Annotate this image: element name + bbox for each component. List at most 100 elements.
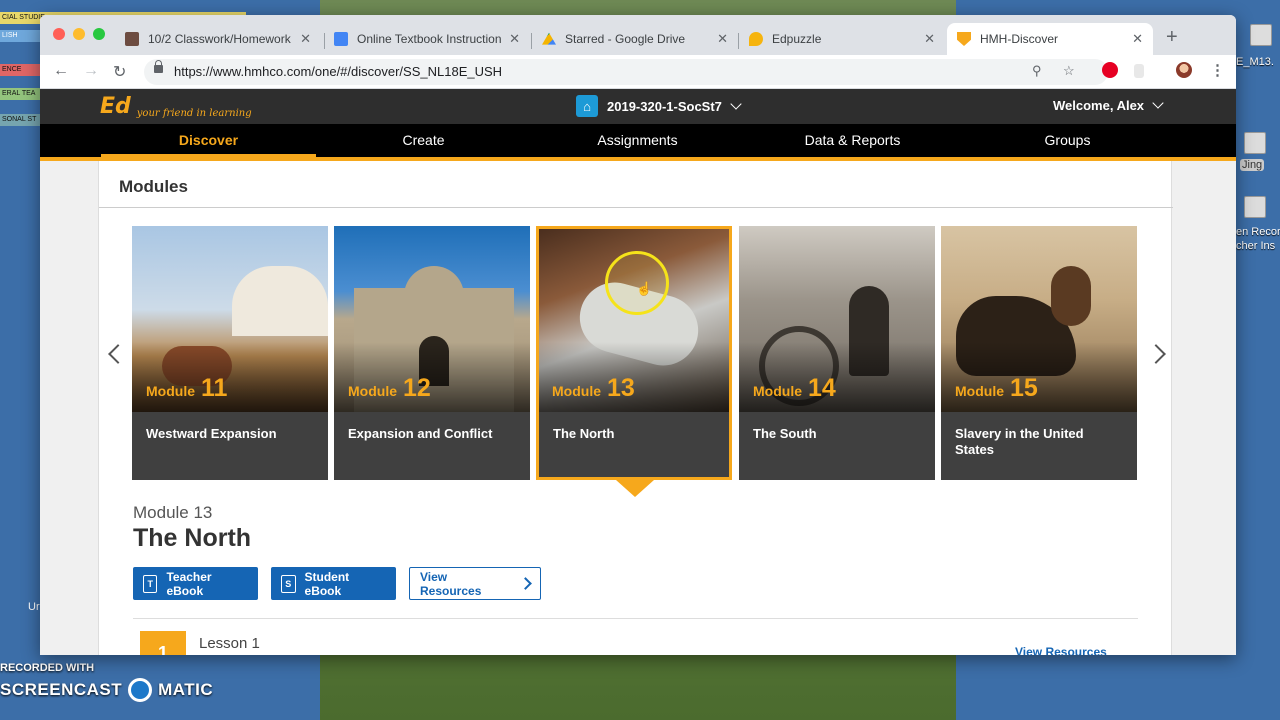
close-icon[interactable]: ✕ [1132, 31, 1143, 47]
menu-icon[interactable]: ⋮ [1210, 61, 1225, 79]
module-number: Module 14 [753, 374, 836, 403]
extension-icon[interactable] [1134, 64, 1144, 78]
teacher-ebook-label: Teacher eBook [166, 569, 212, 598]
student-ebook-button[interactable]: S Student eBook [271, 567, 396, 600]
desktop-file-label[interactable]: en Recor [1236, 226, 1280, 238]
modules-panel: Modules Module 11 Westward Expansion Mod… [98, 161, 1173, 655]
carousel-prev-icon[interactable] [108, 344, 128, 364]
desktop-file-label[interactable]: Jing [1240, 159, 1265, 171]
back-icon[interactable]: ← [53, 62, 69, 80]
desktop-right-icons: E_M13. Jing en Recor cher Ins [1236, 0, 1280, 720]
module-word: Module [146, 383, 195, 399]
star-icon[interactable]: ☆ [1063, 63, 1075, 79]
browser-tab[interactable]: Online Textbook Instruction ✕ [324, 23, 530, 55]
module-number: Module 12 [348, 374, 431, 403]
avatar[interactable] [1176, 62, 1192, 78]
module-card[interactable]: Module 12 Expansion and Conflict [334, 226, 530, 480]
tab-title: Starred - Google Drive [565, 32, 686, 46]
zoom-icon[interactable]: ⚲ [1032, 63, 1042, 79]
close-icon[interactable]: ✕ [300, 31, 311, 47]
tab-strip: 10/2 Classwork/Homework ✕ Online Textboo… [40, 15, 1236, 55]
user-menu[interactable]: Welcome, Alex [1053, 97, 1164, 113]
desktop-label[interactable]: ENCE [0, 64, 40, 76]
main-nav: Discover Create Assignments Data & Repor… [40, 124, 1236, 160]
lesson-view-resources-link[interactable]: View Resources [1015, 645, 1107, 655]
docs-icon [334, 32, 348, 46]
watermark-left: SCREENCAST [0, 680, 123, 699]
class-icon: ⌂ [576, 95, 598, 117]
module-name: Expansion and Conflict [348, 426, 493, 441]
screencast-watermark: RECORDED WITH SCREENCAST MATIC [0, 662, 213, 702]
module-name: The South [753, 426, 817, 441]
browser-tab[interactable]: 10/2 Classwork/Homework ✕ [115, 23, 321, 55]
module-word: Module [348, 383, 397, 399]
watermark-right: MATIC [158, 680, 214, 699]
desktop-file-label: Ur [28, 601, 40, 613]
module-number: Module 11 [146, 374, 227, 403]
file-icon[interactable] [1244, 196, 1266, 218]
app-header: Ed your friend in learning ⌂ 2019-320-1-… [40, 89, 1236, 124]
module-card[interactable]: Module 11 Westward Expansion [132, 226, 328, 480]
jing-icon[interactable] [1244, 132, 1266, 154]
chevron-down-icon [1152, 97, 1164, 109]
browser-tab[interactable]: Starred - Google Drive ✕ [532, 23, 738, 55]
browser-tab[interactable]: Edpuzzle ✕ [739, 23, 945, 55]
address-bar: ← → ↻ https://www.hmhco.com/one/#/discov… [40, 55, 1236, 89]
url-field[interactable]: https://www.hmhco.com/one/#/discover/SS_… [144, 59, 1108, 85]
module-num: 15 [1010, 374, 1038, 402]
module-number: Module 13 [552, 374, 635, 403]
class-selector[interactable]: ⌂ 2019-320-1-SocSt7 [576, 95, 742, 117]
nav-groups[interactable]: Groups [960, 124, 1175, 157]
close-window-icon[interactable] [53, 28, 65, 40]
edpuzzle-icon [749, 32, 763, 46]
divider [99, 207, 1173, 208]
module-num: 11 [201, 374, 228, 402]
nav-create[interactable]: Create [316, 124, 531, 157]
module-word: Module [753, 383, 802, 399]
nav-discover[interactable]: Discover [101, 124, 316, 157]
teacher-ebook-button[interactable]: T Teacher eBook [133, 567, 258, 600]
main-content: Modules Module 11 Westward Expansion Mod… [40, 161, 1236, 655]
lesson-title[interactable]: Lesson 1 [199, 635, 260, 652]
close-icon[interactable]: ✕ [924, 31, 935, 47]
module-number: Module 15 [955, 374, 1038, 403]
pinterest-icon[interactable] [1102, 62, 1118, 78]
class-name: 2019-320-1-SocSt7 [607, 98, 722, 114]
new-tab-icon[interactable]: + [1166, 26, 1178, 49]
module-num: 12 [403, 374, 431, 402]
tab-title: Edpuzzle [772, 32, 822, 46]
view-resources-label: View Resources [420, 569, 482, 598]
module-card[interactable]: Module 14 The South [739, 226, 935, 480]
student-ebook-label: Student eBook [304, 569, 350, 598]
view-resources-button[interactable]: View Resources [409, 567, 541, 600]
modules-heading: Modules [119, 177, 188, 196]
desktop-label[interactable]: SONAL ST [0, 114, 40, 126]
detail-title: The North [133, 524, 252, 552]
minimize-window-icon[interactable] [73, 28, 85, 40]
logo-text: Ed [100, 94, 131, 119]
browser-tab-active[interactable]: HMH-Discover ✕ [947, 23, 1153, 55]
maximize-window-icon[interactable] [93, 28, 105, 40]
selected-pointer [616, 480, 654, 497]
desktop-label[interactable]: LISH [0, 30, 40, 42]
module-num: 13 [607, 374, 635, 402]
lesson-number-badge: 1 [140, 631, 186, 655]
forward-icon[interactable]: → [83, 62, 99, 80]
desktop-file-label[interactable]: E_M13. [1236, 56, 1274, 68]
reload-icon[interactable]: ↻ [113, 62, 126, 82]
ed-logo[interactable]: Ed your friend in learning [100, 94, 252, 119]
lock-icon [154, 60, 163, 73]
file-icon[interactable] [1250, 24, 1272, 46]
nav-assignments[interactable]: Assignments [530, 124, 745, 157]
close-icon[interactable]: ✕ [717, 31, 728, 47]
module-name: The North [553, 426, 615, 441]
welcome-text: Welcome, Alex [1053, 98, 1145, 113]
close-icon[interactable]: ✕ [509, 31, 520, 47]
ebook-icon: S [281, 574, 296, 593]
carousel-next-icon[interactable] [1146, 344, 1166, 364]
url-text: https://www.hmhco.com/one/#/discover/SS_… [174, 64, 503, 79]
module-card[interactable]: Module 15 Slavery in the United States [941, 226, 1137, 480]
desktop-label[interactable]: ERAL TEA [0, 88, 40, 100]
nav-data-reports[interactable]: Data & Reports [745, 124, 960, 157]
hmh-icon [957, 32, 971, 46]
